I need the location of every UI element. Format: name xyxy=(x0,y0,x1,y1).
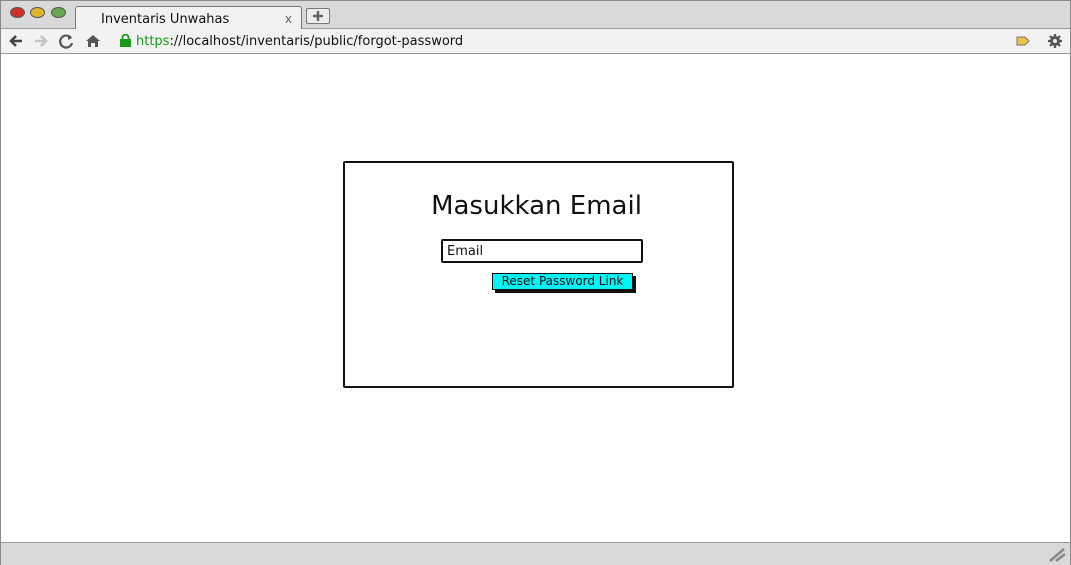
tab-close-button[interactable]: x xyxy=(285,12,292,26)
url-protocol: https xyxy=(136,34,170,49)
resize-grip-icon[interactable] xyxy=(1046,546,1066,562)
url-text: https://localhost/inventaris/public/forg… xyxy=(136,34,463,49)
close-window-button[interactable] xyxy=(10,7,25,18)
email-field[interactable] xyxy=(441,239,643,263)
browser-window: Inventaris Unwahas x https://localhost/i… xyxy=(0,0,1071,565)
status-bar xyxy=(1,542,1070,565)
title-bar: Inventaris Unwahas x xyxy=(1,1,1070,29)
plus-icon xyxy=(313,11,323,21)
browser-tab[interactable]: Inventaris Unwahas x xyxy=(75,6,302,29)
page-title: Masukkan Email xyxy=(431,191,642,221)
browser-toolbar: https://localhost/inventaris/public/forg… xyxy=(1,29,1070,54)
url-path: ://localhost/inventaris/public/forgot-pa… xyxy=(169,34,464,49)
maximize-window-button[interactable] xyxy=(51,7,66,18)
forgot-password-panel: Masukkan Email Reset Password Link xyxy=(343,161,734,388)
settings-gear-icon[interactable] xyxy=(1047,33,1063,49)
back-arrow-icon[interactable] xyxy=(8,33,24,49)
lock-icon xyxy=(120,34,131,47)
minimize-window-button[interactable] xyxy=(30,7,45,18)
page-content: Masukkan Email Reset Password Link xyxy=(1,54,1070,542)
reload-icon[interactable] xyxy=(58,33,74,49)
home-icon[interactable] xyxy=(85,33,101,49)
new-tab-button[interactable] xyxy=(306,8,330,24)
tab-title: Inventaris Unwahas xyxy=(101,12,230,27)
bookmark-tag-icon[interactable] xyxy=(1015,33,1031,49)
reset-password-link-button[interactable]: Reset Password Link xyxy=(492,273,633,290)
forward-arrow-icon[interactable] xyxy=(33,33,49,49)
